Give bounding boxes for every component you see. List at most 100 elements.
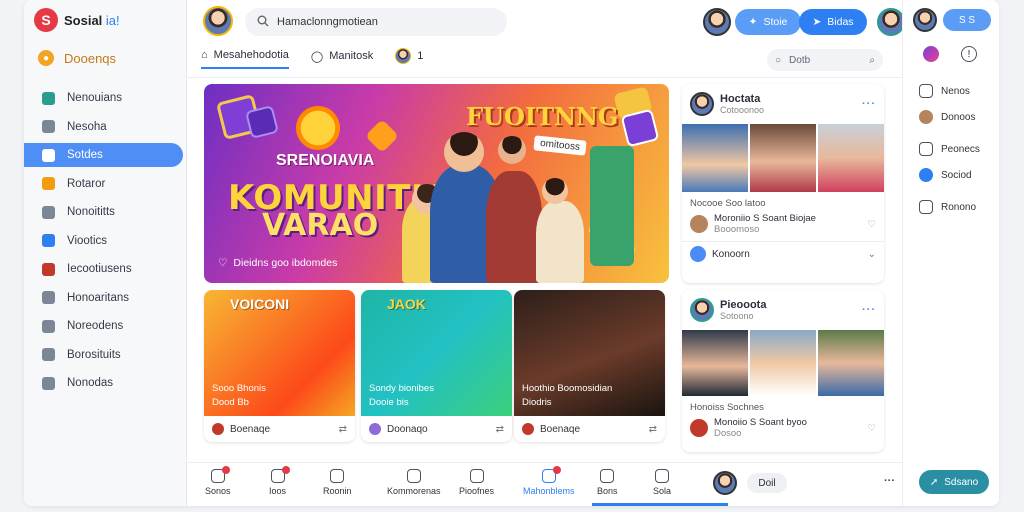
bottom-tab-label: Sonos [205,486,231,496]
content-card[interactable]: JAOK Sondy bionibes Dooie bis Doonaqo ⇄ [361,290,512,442]
tab-feed[interactable]: ⌂ Mesahehodotia [201,49,289,69]
content-card[interactable]: VOICONI Sooo Bhonis Dood Bb Boenaqe ⇄ [204,290,355,442]
author-avatar [369,423,381,435]
sidebar-item[interactable]: Nonodas [24,371,183,395]
compose-pill[interactable]: Doil [747,473,787,493]
secondary-action-button[interactable]: ➤ Bidas [799,9,867,35]
poster-avatar[interactable] [690,92,714,116]
like-icon[interactable]: ♡ [867,423,876,434]
app-logo[interactable]: S Sosial ia! [34,8,120,32]
bottom-tab[interactable]: Ioos [269,466,290,496]
bottom-avatar[interactable] [713,471,737,495]
rail-item[interactable]: Ronono [919,200,976,214]
sidebar-item[interactable]: Borosituits [24,343,183,367]
chevron-down-icon[interactable]: ⌄ [868,249,876,260]
search-icon [257,15,269,30]
bottom-tab[interactable]: Sonos [205,466,231,496]
bottom-tab-bar: Doil ··· Sonos Ioos Roonin Kommorenas Pioofn… [187,462,902,506]
sidebar-item[interactable]: Rotaror [24,172,183,196]
bookmark-icon [42,148,55,162]
search-bar[interactable] [245,8,507,36]
search-input[interactable] [277,16,495,28]
tab-messages[interactable]: ◯ Manitosk [311,50,373,69]
sidebar-item-label: Nonoititts [67,206,115,218]
hero-banner[interactable]: FUOITNNG omitooss SRENOIAVIA KOMUNITIAS … [204,84,669,283]
avatar-icon [42,262,55,276]
person-illustration [486,171,542,283]
notification-avatar [395,48,412,64]
content-card[interactable]: Hoothio Boomosidian Diodris Boenaqe ⇄ [514,290,665,442]
profile-avatar[interactable] [203,6,233,36]
feed-card[interactable]: Pieooota Sotoono ··· Honoiss Sochnes Mon… [682,290,884,452]
share-icon[interactable]: ⇄ [496,424,504,435]
share-circle-icon [690,246,706,262]
photo[interactable] [818,330,884,396]
rail-item[interactable]: Sociod [919,168,972,182]
sidebar-item[interactable]: Nenouians [24,86,183,110]
poster-avatar[interactable] [690,298,714,322]
feed-label: Nocooe Soo latoo [690,198,766,209]
right-rail: S S ! Nenos Donoos Peonecs Sociod Ronono ➚ S… [902,0,999,506]
bottom-tab[interactable]: Pioofnes [459,469,494,496]
game-cube-graphic [245,105,279,139]
top-bar: ✦ Stoie ➤ Bidas ⌂ Mesahehodotia ◯ Manito… [187,0,905,78]
bottom-tab[interactable]: Bons [597,469,618,496]
photo[interactable] [750,124,816,192]
badge-icon [42,348,55,361]
user-avatar[interactable] [703,8,731,36]
heart-outline-icon: ♡ [218,257,228,269]
rail-top-button[interactable]: S S [943,9,991,31]
sidebar-item[interactable]: Nonoititts [24,200,183,224]
tab-notifications[interactable]: 1 [395,48,423,70]
bottom-tab[interactable]: Roonin [323,469,352,496]
rail-action-button[interactable]: ➚ Sdsano [919,470,989,494]
sidebar-item-label: Nonodas [67,377,114,389]
rail-item[interactable]: Nenos [919,84,970,98]
rail-avatar[interactable] [913,8,937,32]
bottom-tab[interactable]: Sola [653,469,671,496]
primary-action-button[interactable]: ✦ Stoie [735,9,801,35]
tab-icon [541,466,561,483]
banner-headline: FUOITNNG [466,102,619,131]
sidebar-item[interactable]: Noreodens [24,314,183,338]
feed-card[interactable]: Hoctata Cotooonoo ··· Nocooe Soo latoo M… [682,84,884,283]
photo[interactable] [750,330,816,396]
photo[interactable] [818,124,884,192]
sidebar-item[interactable]: Nesoha [24,115,183,139]
rail-item[interactable]: Peonecs [919,142,980,156]
commenter-name: Moroniio S Soant Biojae [714,213,816,224]
game-cube-graphic [620,108,660,148]
commenter-sub: Dosoo [714,428,742,439]
pin-icon: ⌂ [201,49,208,61]
card-author: Boenaqe [540,423,581,435]
tab-icon [406,469,421,483]
sidebar-item[interactable]: Honoaritans [24,286,183,310]
bottom-tab[interactable]: Mahonblems [523,466,575,496]
more-icon[interactable]: ··· [884,475,895,487]
share-icon[interactable]: ⇄ [649,424,657,435]
like-icon[interactable]: ♡ [867,219,876,230]
messenger-icon[interactable] [923,46,939,62]
primary-nav-item[interactable]: ● Dooenqs [38,50,116,66]
sidebar-item[interactable]: Iecootiusens [24,257,183,281]
more-icon[interactable]: ··· [862,304,876,316]
friend-avatar[interactable] [877,8,905,36]
feed-label: Honoiss Sochnes [690,402,764,413]
share-icon[interactable]: ⇄ [339,424,347,435]
photo[interactable] [682,330,748,396]
more-icon[interactable]: ··· [862,98,876,110]
banner-subtitle: VARAO [262,208,379,243]
sidebar-item-label: Honoaritans [67,291,130,304]
bottom-tab[interactable]: Kommorenas [387,469,441,496]
rail-item-icon [919,168,933,182]
sidebar-item-label: Nenouians [67,92,122,104]
info-icon[interactable]: ! [961,46,977,62]
filter-search[interactable]: ○ Dotb ⌕ [767,49,883,71]
photo[interactable] [682,124,748,192]
sidebar-item[interactable]: Viootics [24,229,183,253]
sidebar-item-label: Nesoha [67,120,107,133]
feed-action[interactable]: Konoorn ⌄ [682,241,884,266]
sidebar-item[interactable]: Sotdes [24,143,183,167]
rail-item[interactable]: Donoos [919,110,975,124]
poster-subtitle: Sotoono [720,311,754,321]
